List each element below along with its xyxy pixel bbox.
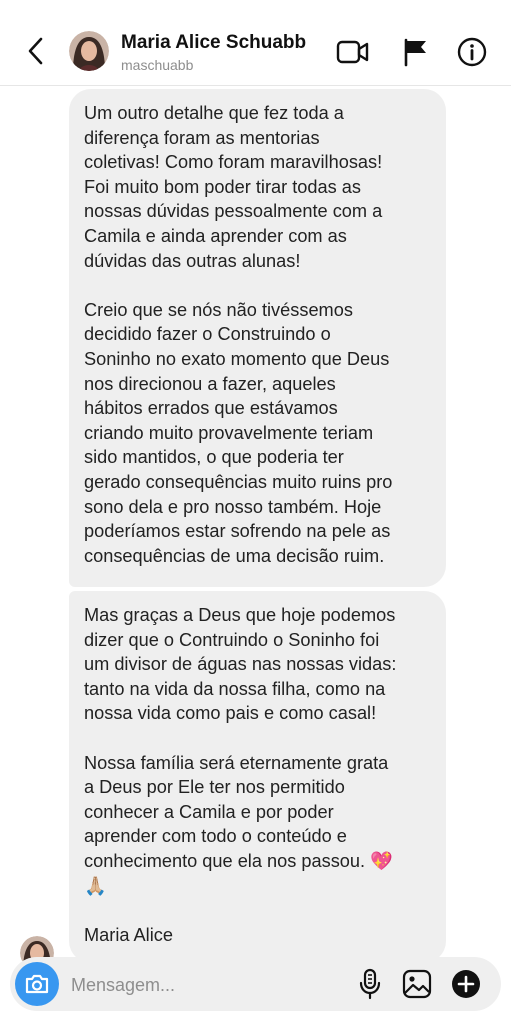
voice-message-button[interactable]: [353, 967, 387, 1001]
video-icon: [336, 40, 369, 64]
contact-avatar[interactable]: [69, 31, 109, 71]
contact-username: maschuabb: [121, 57, 194, 73]
message-composer: [10, 957, 501, 1011]
back-button[interactable]: [20, 34, 50, 68]
message-text: Creio que se nós não tivéssemos decidido…: [84, 299, 393, 566]
info-button[interactable]: [455, 35, 489, 69]
camera-button[interactable]: [15, 962, 59, 1006]
message-text: Maria Alice: [84, 924, 173, 945]
message-input[interactable]: [69, 969, 343, 1001]
camera-icon: [25, 974, 49, 994]
add-button[interactable]: [449, 967, 483, 1001]
microphone-icon: [359, 968, 381, 1000]
message-bubble[interactable]: Um outro detalhe que fez toda a diferenç…: [69, 89, 446, 587]
info-icon: [457, 37, 487, 67]
contact-info[interactable]: Maria Alice Schuabb maschuabb: [121, 32, 306, 73]
back-icon: [28, 37, 43, 65]
plus-icon: [452, 970, 480, 998]
gallery-icon: [402, 969, 432, 999]
message-text: Um outro detalhe que fez toda a diferenç…: [84, 103, 383, 271]
contact-name: Maria Alice Schuabb: [121, 32, 307, 53]
flag-icon: [404, 38, 426, 67]
report-button[interactable]: [398, 35, 432, 69]
message-text: Mas graças a Deus que hoje podemos dizer…: [84, 605, 397, 724]
video-call-button[interactable]: [336, 35, 370, 69]
message-text: Nossa família será eternamente grata a D…: [84, 752, 393, 896]
message-bubble[interactable]: Mas graças a Deus que hoje podemos dizer…: [69, 591, 446, 963]
gallery-button[interactable]: [400, 967, 434, 1001]
chat-header: Maria Alice Schuabb maschuabb: [0, 0, 511, 86]
